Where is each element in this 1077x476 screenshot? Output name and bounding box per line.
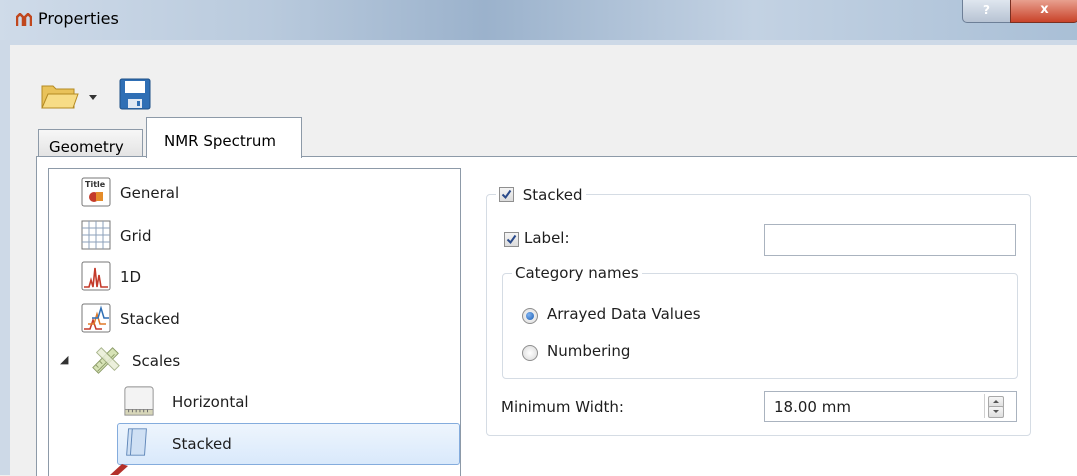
tree-item-stacked-scale[interactable]: Stacked — [117, 423, 460, 465]
tab-nmr-spectrum[interactable]: NMR Spectrum — [146, 117, 302, 158]
tree-item-label: Horizontal — [172, 393, 249, 411]
spectrum-1d-icon — [81, 261, 111, 291]
tab-geometry[interactable]: Geometry — [38, 129, 143, 157]
horizontal-scale-icon — [124, 386, 154, 416]
close-button[interactable]: x — [1010, 0, 1077, 23]
tree-item-next-icon — [110, 464, 128, 475]
expander-arrow-icon[interactable]: ◢ — [60, 353, 68, 366]
tree-item-label: Stacked — [120, 310, 180, 328]
folder-open-icon[interactable] — [40, 82, 80, 112]
stacked-spectra-icon — [81, 303, 111, 333]
window-title: Properties — [38, 9, 119, 28]
radio-numbering[interactable] — [522, 345, 538, 361]
radio-arrayed-data-values-label: Arrayed Data Values — [547, 305, 701, 323]
tree-item-label: 1D — [120, 268, 142, 286]
radio-arrayed-data-values[interactable] — [522, 308, 538, 324]
app-icon — [16, 13, 32, 26]
stacked-checkbox-label: Stacked — [522, 186, 583, 204]
minimum-width-value: 18.00 mm — [774, 398, 851, 416]
svg-text:Title: Title — [85, 180, 106, 189]
label-checkbox[interactable] — [504, 232, 519, 247]
label-checkbox-label: Label: — [524, 229, 570, 247]
category-names-groupbox — [502, 273, 1018, 379]
stacked-checkbox[interactable] — [499, 187, 514, 202]
title-bar: Properties — [0, 0, 1077, 40]
stacked-scale-icon — [126, 428, 147, 456]
tree-item-label: Stacked — [172, 435, 232, 453]
radio-numbering-label: Numbering — [547, 342, 631, 360]
tree-item-label: Grid — [120, 227, 152, 245]
tab-nmr-spectrum-label: NMR Spectrum — [164, 132, 277, 150]
minimum-width-spinbox[interactable]: 18.00 mm — [764, 391, 1017, 422]
spin-down-button[interactable] — [988, 406, 1004, 418]
tree-item-label: General — [120, 184, 180, 202]
title-icon: Title — [81, 177, 111, 207]
ruler-icon — [92, 347, 120, 374]
floppy-disk-icon[interactable] — [117, 76, 153, 112]
help-button[interactable]: ? — [962, 0, 1011, 23]
category-names-title: Category names — [512, 264, 642, 282]
chevron-down-icon[interactable] — [88, 94, 98, 102]
grid-icon — [81, 220, 111, 250]
label-input[interactable] — [764, 224, 1016, 256]
stacked-group-header: Stacked — [496, 186, 586, 204]
tab-geometry-label: Geometry — [49, 138, 124, 156]
tree-item-label: Scales — [132, 352, 181, 370]
minimum-width-label: Minimum Width: — [501, 398, 624, 416]
minimum-width-spinner[interactable] — [984, 394, 1016, 418]
